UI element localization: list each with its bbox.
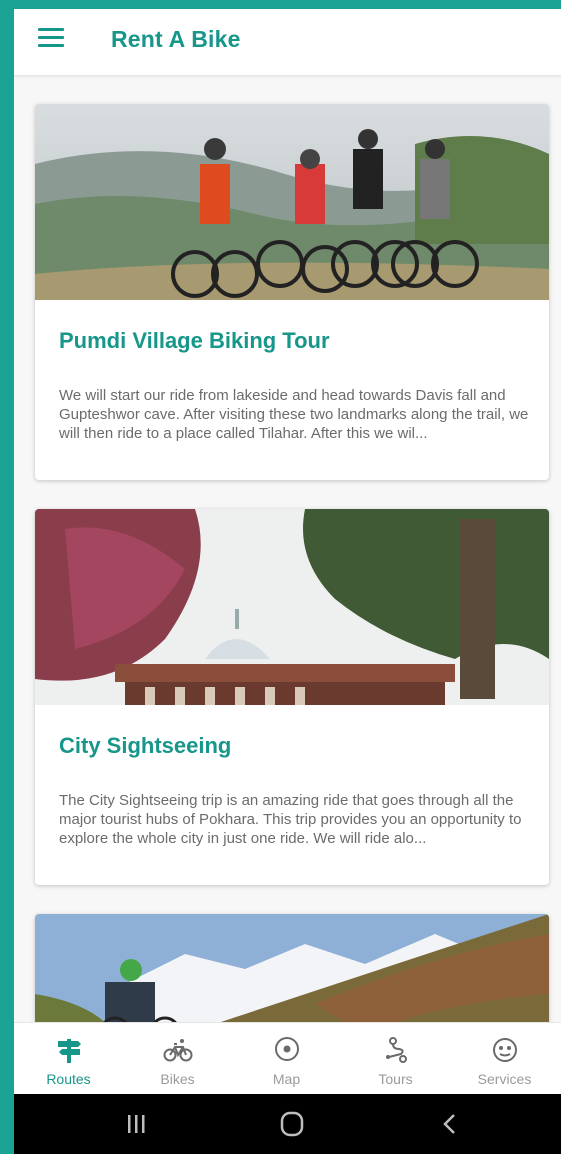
nav-item-tours[interactable]: Tours <box>341 1023 450 1095</box>
nav-label: Tours <box>378 1071 413 1087</box>
nav-label: Map <box>272 1071 301 1087</box>
back-button[interactable] <box>420 1108 480 1140</box>
nav-label: Bikes <box>160 1071 195 1087</box>
tour-description: We will start our ride from lakeside and… <box>59 387 529 442</box>
recent-apps-button[interactable] <box>106 1108 166 1140</box>
hamburger-menu-icon[interactable] <box>38 28 66 48</box>
tour-card[interactable] <box>35 914 549 1022</box>
nav-item-map[interactable]: Map <box>232 1023 341 1095</box>
services-icon <box>493 1038 517 1062</box>
tour-photo-temple <box>35 509 549 705</box>
app-title: Rent A Bike <box>111 26 241 52</box>
home-button[interactable] <box>262 1108 322 1140</box>
app-screen: Rent A Bike Pumdi Village Biking Tour We… <box>14 9 561 1154</box>
bicycle-icon <box>163 1039 193 1062</box>
nav-item-routes[interactable]: Routes <box>14 1023 123 1095</box>
recent-apps-icon <box>128 1115 145 1133</box>
bottom-navigation: Routes Bikes Map Tours Services <box>14 1022 561 1095</box>
nav-item-services[interactable]: Services <box>450 1023 559 1095</box>
tour-photo-bikers <box>35 104 549 300</box>
nav-label: Routes <box>46 1071 91 1087</box>
tour-title[interactable]: City Sightseeing <box>59 733 231 759</box>
tour-card[interactable]: Pumdi Village Biking Tour We will start … <box>35 104 549 480</box>
system-navigation-bar <box>14 1094 561 1154</box>
app-bar: Rent A Bike <box>14 9 561 76</box>
route-icon <box>386 1037 407 1063</box>
back-icon <box>443 1114 455 1134</box>
tour-description: The City Sightseeing trip is an amazing … <box>59 792 522 847</box>
tour-photo-mountain <box>35 914 549 1022</box>
nav-item-bikes[interactable]: Bikes <box>123 1023 232 1095</box>
tour-card[interactable]: City Sightseeing The City Sightseeing tr… <box>35 509 549 885</box>
nav-label: Services <box>477 1071 532 1087</box>
map-pin-icon <box>275 1037 299 1061</box>
tour-list[interactable]: Pumdi Village Biking Tour We will start … <box>14 76 561 1022</box>
signpost-icon <box>58 1039 81 1063</box>
home-icon <box>280 1111 304 1137</box>
tour-title[interactable]: Pumdi Village Biking Tour <box>59 328 330 354</box>
